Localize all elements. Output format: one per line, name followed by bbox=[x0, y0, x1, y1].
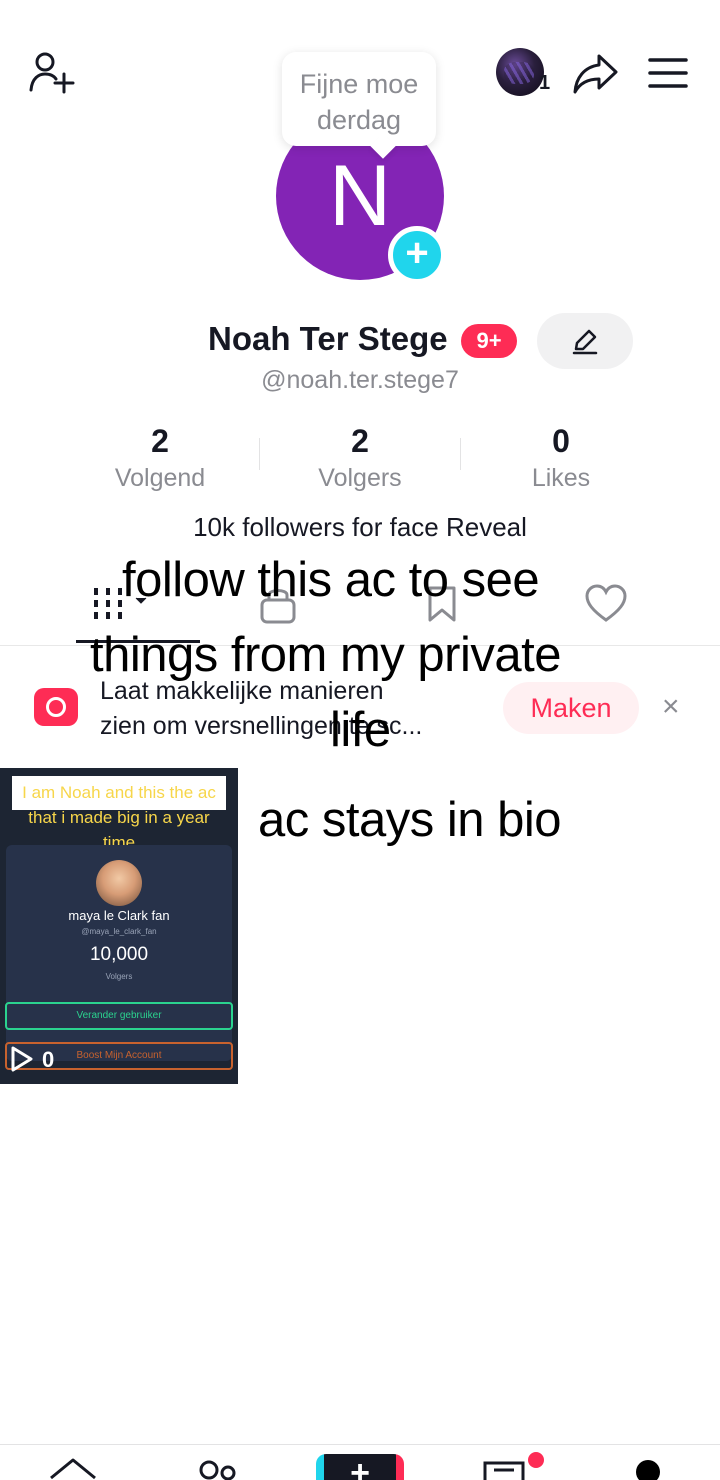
stat-label: Volgend bbox=[114, 464, 206, 492]
stat-label: Likes bbox=[531, 464, 591, 492]
play-icon bbox=[11, 1046, 33, 1072]
overlay-text-line: life bbox=[330, 703, 391, 757]
bottom-nav-divider bbox=[0, 1444, 720, 1445]
profile-nav-icon[interactable] bbox=[636, 1460, 660, 1480]
caption-line: that i made big in a year bbox=[28, 808, 210, 827]
promo-line2: zien om versnellingen te sc... bbox=[100, 712, 423, 740]
plus-icon: + bbox=[405, 231, 429, 275]
promo-message: Laat makkelijke manieren zien om versnel… bbox=[100, 674, 490, 744]
create-video-button[interactable]: + bbox=[316, 1454, 404, 1480]
inner-profile-name: maya le Clark fan bbox=[68, 908, 170, 923]
inner-profile-handle: @maya_le_clark_fan bbox=[81, 927, 157, 936]
tooltip-line1: Fijne moe bbox=[299, 69, 419, 99]
friends-icon[interactable] bbox=[196, 1456, 240, 1480]
overlay-text-line: ac stays in bio bbox=[258, 793, 562, 847]
overlay-text-line: follow this ac to see bbox=[122, 553, 540, 607]
home-icon[interactable] bbox=[48, 1456, 98, 1480]
greeting-tooltip: Fijne moe derdag bbox=[282, 52, 436, 146]
heart-icon[interactable] bbox=[584, 584, 628, 624]
inner-avatar bbox=[96, 860, 142, 906]
inner-change-user-button: Verander gebruiker bbox=[5, 1002, 233, 1030]
overlay-text-line: things from my private bbox=[90, 628, 562, 682]
stat-value: 0 bbox=[552, 423, 570, 459]
inbox-icon[interactable] bbox=[482, 1460, 526, 1480]
story-count: 1 bbox=[539, 72, 551, 94]
stat-label: Volgers bbox=[318, 464, 402, 492]
create-button[interactable]: Maken bbox=[503, 682, 639, 734]
stat-followers[interactable]: 2 Volgers bbox=[260, 422, 460, 496]
camera-icon bbox=[34, 688, 78, 726]
tooltip-line2: derdag bbox=[316, 105, 402, 135]
inner-follower-count: 10,000 bbox=[89, 944, 149, 965]
stat-following[interactable]: 2 Volgend bbox=[60, 422, 260, 496]
edit-profile-button[interactable] bbox=[537, 313, 633, 369]
profile-handle: @noah.ter.stege7 bbox=[261, 366, 459, 394]
story-avatar[interactable] bbox=[496, 48, 544, 96]
video-caption: I am Noah and this the ac that i made bi… bbox=[12, 780, 226, 855]
add-friend-icon[interactable] bbox=[28, 50, 78, 96]
add-story-button[interactable]: + bbox=[388, 226, 446, 284]
share-icon[interactable] bbox=[572, 52, 620, 94]
profile-bio: 10k followers for face Reveal bbox=[193, 512, 527, 542]
avatar-initial: N bbox=[328, 148, 392, 244]
inner-boost-button: Boost Mijn Account bbox=[5, 1042, 233, 1070]
plus-icon: + bbox=[350, 1454, 370, 1480]
profile-name: Noah Ter Stege bbox=[208, 320, 448, 357]
video-thumbnail[interactable]: I am Noah and this the ac that i made bi… bbox=[0, 768, 238, 1084]
inner-follower-label: Volgers bbox=[105, 972, 133, 981]
stat-value: 2 bbox=[351, 423, 369, 459]
stat-value: 2 bbox=[151, 423, 169, 459]
caption-line: I am Noah and this the ac bbox=[22, 783, 216, 802]
menu-icon[interactable] bbox=[648, 56, 688, 90]
video-view-count: 0 bbox=[42, 1047, 55, 1072]
inbox-notification-dot bbox=[528, 1452, 544, 1468]
stat-likes[interactable]: 0 Likes bbox=[461, 422, 661, 496]
close-icon[interactable]: × bbox=[662, 692, 680, 722]
pencil-icon bbox=[572, 329, 598, 355]
notification-badge[interactable]: 9+ bbox=[461, 324, 517, 358]
